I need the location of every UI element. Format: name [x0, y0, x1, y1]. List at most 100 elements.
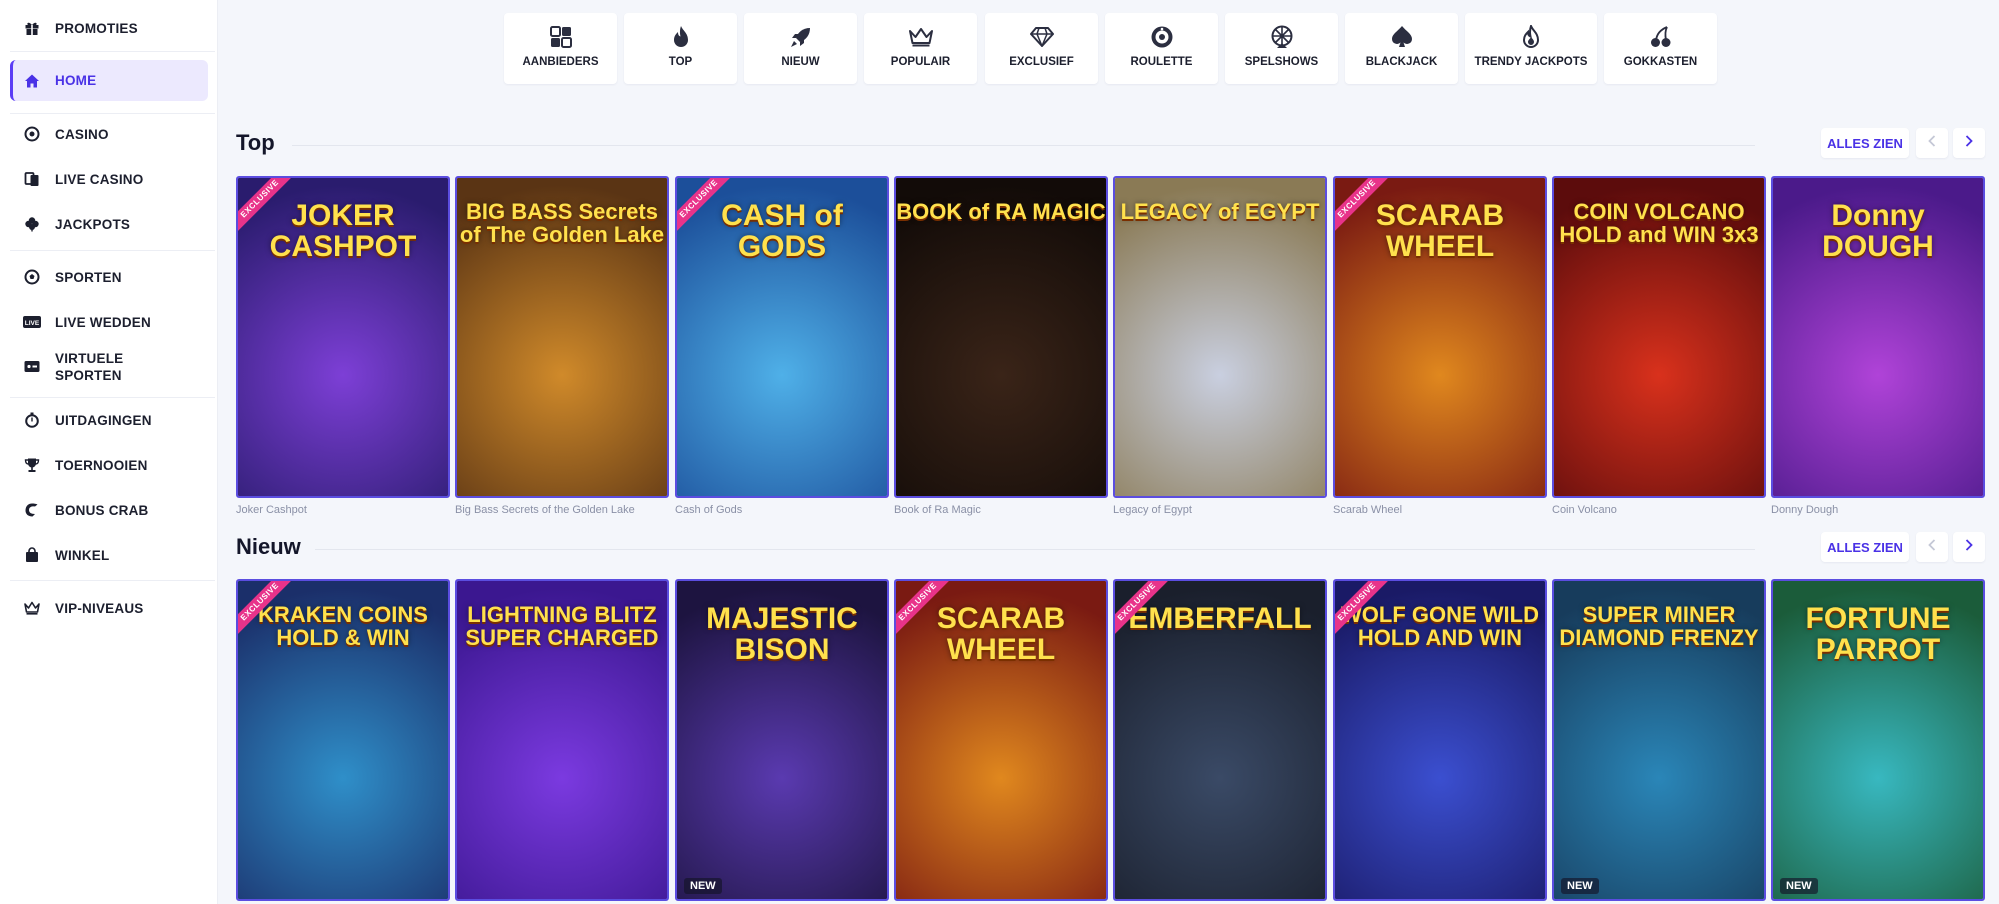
category-trendy-jackpots[interactable]: TRENDY JACKPOTS	[1465, 13, 1597, 84]
game-logo-text: JOKER CASHPOT	[269, 199, 417, 263]
category-exclusief[interactable]: EXCLUSIEF	[985, 13, 1098, 84]
game-card[interactable]: LIGHTNING BLITZ SUPER CHARGED	[455, 579, 669, 901]
chevron-left-icon	[1928, 538, 1936, 556]
sidebar-item-uitdagingen[interactable]: UITDAGINGEN	[10, 400, 208, 440]
game-name[interactable]: Joker Cashpot	[236, 504, 307, 516]
sidebar-item-sporten[interactable]: SPORTEN	[10, 257, 208, 297]
sidebar-item-live-casino[interactable]: LIVE CASINO	[10, 159, 208, 199]
spade-icon	[1389, 24, 1415, 50]
game-logo-text: SCARAB WHEEL	[1375, 199, 1505, 263]
game-thumbnail	[1115, 178, 1325, 496]
wheel-icon	[1269, 24, 1295, 50]
clover-icon	[23, 215, 41, 233]
sidebar-item-toernooien[interactable]: TOERNOOIEN	[10, 445, 208, 485]
sidebar-item-jackpots[interactable]: JACKPOTS	[10, 204, 208, 244]
game-logo-text: LEGACY of EGYPT	[1120, 199, 1320, 224]
sidebar-item-label: WINKEL	[55, 547, 110, 563]
see-all-button[interactable]: ALLES ZIEN	[1821, 532, 1909, 562]
game-card[interactable]: BOOK of RA MAGIC	[894, 176, 1108, 498]
chevron-right-icon	[1965, 538, 1973, 556]
sidebar-item-home[interactable]: HOME	[10, 60, 208, 101]
game-name[interactable]: Cash of Gods	[675, 504, 742, 516]
game-card[interactable]: CASH of GODS EXCLUSIVE	[675, 176, 889, 498]
category-blackjack[interactable]: BLACKJACK	[1345, 13, 1458, 84]
trophy-icon	[23, 456, 41, 474]
new-badge: NEW	[1780, 878, 1818, 894]
game-card[interactable]: SUPER MINER DIAMOND FRENZY NEW	[1552, 579, 1766, 901]
sidebar-item-live-wedden[interactable]: LIVE LIVE WEDDEN	[10, 302, 208, 342]
live-cards-icon	[23, 170, 41, 188]
game-name[interactable]: Book of Ra Magic	[894, 504, 981, 516]
flame-icon	[668, 24, 694, 50]
game-card[interactable]: SCARAB WHEEL EXCLUSIVE	[1333, 176, 1547, 498]
game-logo-text: KRAKEN COINS HOLD & WIN	[258, 602, 428, 650]
game-logo-text: BIG BASS Secrets of The Golden Lake	[459, 199, 665, 247]
category-roulette[interactable]: ROULETTE	[1105, 13, 1218, 84]
sidebar-item-vip-niveaus[interactable]: VIP-NIVEAUS	[10, 588, 208, 628]
game-logo-text: MAJESTIC BISON	[706, 602, 858, 666]
divider	[10, 250, 215, 251]
category-gokkasten[interactable]: GOKKASTEN	[1604, 13, 1717, 84]
sidebar-item-virtuele-sporten[interactable]: VIRTUELE SPORTEN	[10, 348, 208, 386]
scroll-left-button[interactable]	[1916, 128, 1948, 158]
sidebar-item-label: TOERNOOIEN	[55, 457, 148, 473]
game-card[interactable]: MAJESTIC BISON NEW	[675, 579, 889, 901]
game-card[interactable]: JOKER CASHPOT EXCLUSIVE	[236, 176, 450, 498]
sidebar-item-label: VIP-NIVEAUS	[55, 600, 144, 616]
sidebar-item-promoties[interactable]: PROMOTIES	[10, 8, 208, 48]
game-card[interactable]: COIN VOLCANO HOLD and WIN 3x3	[1552, 176, 1766, 498]
live-badge-icon: LIVE	[23, 313, 41, 331]
scroll-left-button[interactable]	[1916, 532, 1948, 562]
category-label: POPULAIR	[890, 56, 951, 68]
sidebar-item-label: LIVE CASINO	[55, 171, 144, 187]
scroll-right-button[interactable]	[1953, 128, 1985, 158]
category-populair[interactable]: POPULAIR	[864, 13, 977, 84]
game-card[interactable]: BIG BASS Secrets of The Golden Lake	[455, 176, 669, 498]
diamond-icon	[1029, 24, 1055, 50]
game-card[interactable]: EMBERFALL EXCLUSIVE	[1113, 579, 1327, 901]
category-nieuw[interactable]: NIEUW	[744, 13, 857, 84]
game-name[interactable]: Legacy of Egypt	[1113, 504, 1192, 516]
game-card[interactable]: FORTUNE PARROT NEW	[1771, 579, 1985, 901]
game-card[interactable]: WOLF GONE WILD HOLD AND WIN EXCLUSIVE	[1333, 579, 1547, 901]
category-top[interactable]: TOP	[624, 13, 737, 84]
sidebar-item-winkel[interactable]: WINKEL	[10, 535, 208, 575]
gift-icon	[23, 19, 41, 37]
sidebar-item-bonus-crab[interactable]: BONUS CRAB	[10, 490, 208, 530]
game-card[interactable]: KRAKEN COINS HOLD & WIN EXCLUSIVE	[236, 579, 450, 901]
divider	[10, 580, 215, 581]
section-divider	[315, 549, 1755, 550]
game-name[interactable]: Big Bass Secrets of the Golden Lake	[455, 504, 635, 516]
game-logo-text: SCARAB WHEEL	[936, 602, 1066, 666]
sidebar-item-label: JACKPOTS	[55, 216, 131, 232]
sidebar-item-label: UITDAGINGEN	[55, 412, 152, 428]
section-title-nieuw: Nieuw	[236, 534, 301, 559]
game-logo-text: WOLF GONE WILD HOLD AND WIN	[1341, 602, 1539, 650]
sidebar-item-label: HOME	[55, 73, 97, 88]
category-label: TRENDY JACKPOTS	[1474, 56, 1588, 68]
crab-icon	[23, 501, 41, 519]
category-label: NIEUW	[781, 56, 820, 68]
category-label: TOP	[668, 56, 693, 68]
category-aanbieders[interactable]: AANBIEDERS	[504, 13, 617, 84]
game-card[interactable]: LEGACY of EGYPT	[1113, 176, 1327, 498]
scroll-right-button[interactable]	[1953, 532, 1985, 562]
game-logo-text: LIGHTNING BLITZ SUPER CHARGED	[465, 602, 659, 650]
rocket-icon	[788, 24, 814, 50]
game-card[interactable]: Donny DOUGH	[1771, 176, 1985, 498]
sidebar-item-casino[interactable]: CASINO	[10, 114, 208, 154]
game-logo-text: CASH of GODS	[721, 199, 843, 263]
game-name[interactable]: Scarab Wheel	[1333, 504, 1402, 516]
home-icon	[23, 72, 41, 90]
category-label: ROULETTE	[1130, 56, 1193, 68]
category-label: GOKKASTEN	[1623, 56, 1698, 68]
see-all-button[interactable]: ALLES ZIEN	[1821, 128, 1909, 158]
game-name[interactable]: Coin Volcano	[1552, 504, 1617, 516]
category-label: EXCLUSIEF	[1009, 56, 1074, 68]
game-logo-text: Donny DOUGH	[1822, 199, 1934, 263]
game-name[interactable]: Donny Dough	[1771, 504, 1838, 516]
game-card[interactable]: SCARAB WHEEL EXCLUSIVE	[894, 579, 1108, 901]
category-label: AANBIEDERS	[522, 56, 599, 68]
category-spelshows[interactable]: SPELSHOWS	[1225, 13, 1338, 84]
new-badge: NEW	[684, 878, 722, 894]
